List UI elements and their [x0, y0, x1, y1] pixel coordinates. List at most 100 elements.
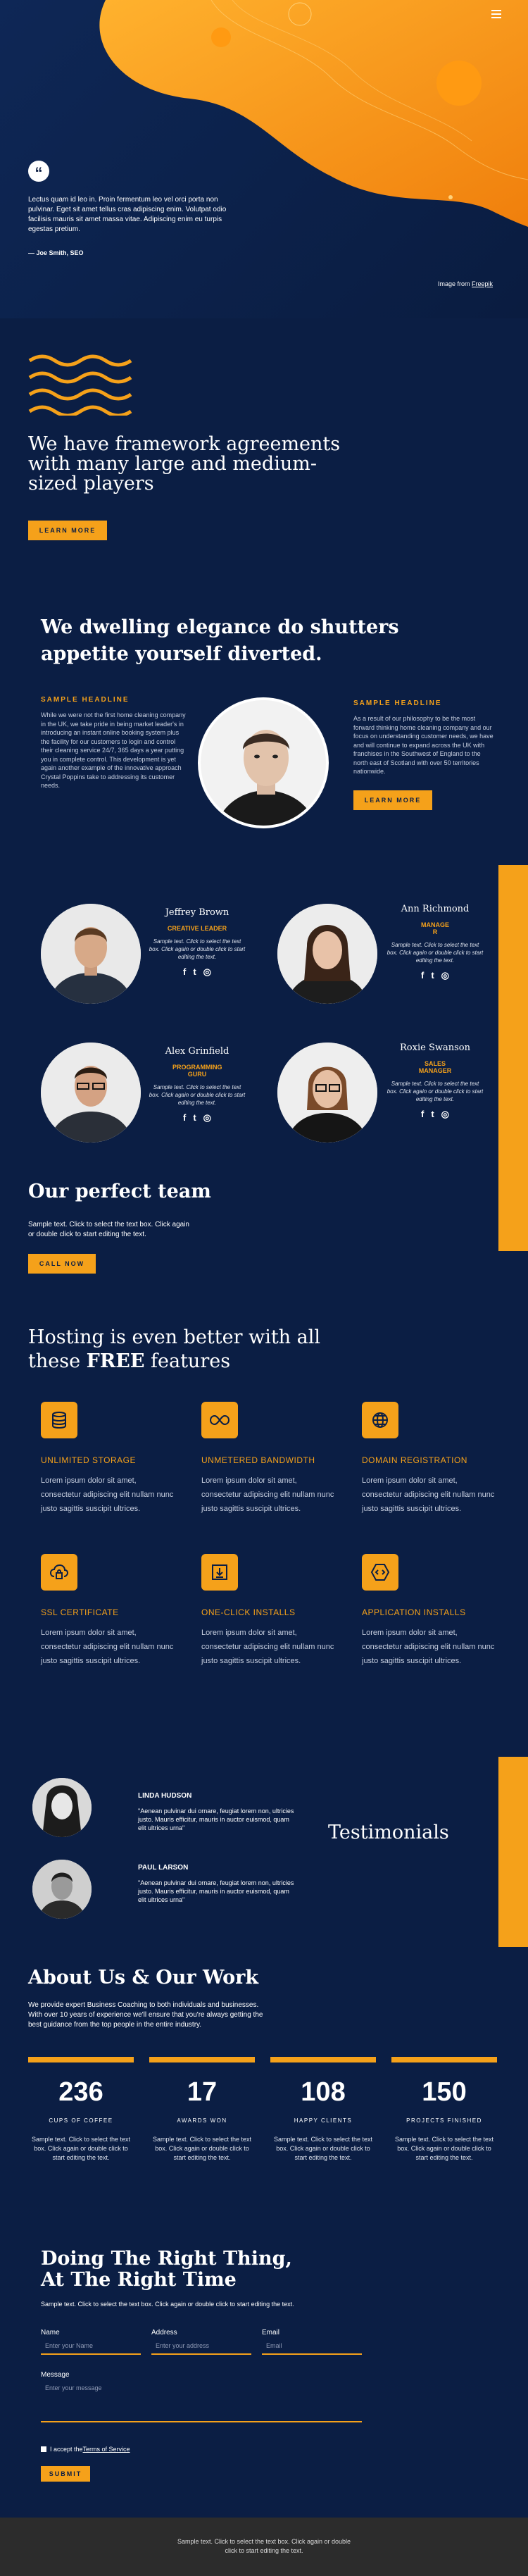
team-member-avatar: [277, 904, 377, 1004]
stat-label: CUPS OF COFFEE: [49, 2117, 113, 2124]
instagram-icon[interactable]: ◎: [441, 1109, 449, 1120]
instagram-icon[interactable]: ◎: [203, 1112, 211, 1124]
team-member-role: PROGRAMMING GURU: [172, 1064, 222, 1078]
testimonial-name: LINDA HUDSON: [138, 1792, 192, 1800]
facebook-icon[interactable]: f: [183, 966, 186, 978]
name-label: Name: [41, 2329, 60, 2337]
terms-prefix: I accept the: [50, 2446, 83, 2453]
address-input[interactable]: Enter your address: [151, 2337, 251, 2355]
team-member-name: Jeffrey Brown: [165, 907, 230, 918]
twitter-icon[interactable]: t: [193, 966, 196, 978]
stat-label: PROJECTS FINISHED: [406, 2117, 482, 2124]
stat-column: 150 PROJECTS FINISHED Sample text. Click…: [391, 2057, 497, 2163]
team-member-card: Jeffrey Brown CREATIVE LEADER Sample tex…: [148, 907, 246, 978]
database-icon: [41, 1402, 77, 1438]
facebook-icon[interactable]: f: [183, 1112, 186, 1124]
terms-checkbox[interactable]: [41, 2446, 46, 2452]
terms-row: I accept the Terms of Service: [41, 2446, 130, 2453]
message-input[interactable]: Enter your message: [41, 2379, 362, 2422]
feature-text: Lorem ipsum dolor sit amet, consectetur …: [201, 1629, 334, 1665]
team-member-name: Alex Grinfield: [165, 1046, 230, 1057]
email-input[interactable]: Email: [262, 2337, 362, 2355]
team-member-card: Alex Grinfield PROGRAMMING GURU Sample t…: [148, 1046, 246, 1124]
twitter-icon[interactable]: t: [431, 970, 434, 981]
testimonial-name: PAUL LARSON: [138, 1864, 189, 1872]
accent-side-bar: [498, 1757, 528, 1947]
contact-text: Sample text. Click to select the text bo…: [41, 2301, 294, 2308]
stat-text: Sample text. Click to select the text bo…: [152, 2136, 252, 2161]
testimonials-section: LINDA HUDSON "Aenean pulvinar dui ornare…: [0, 1757, 528, 1954]
feature-text: Lorem ipsum dolor sit amet, consectetur …: [201, 1476, 334, 1513]
stat-bar: [149, 2057, 255, 2062]
stat-value: 150: [422, 2077, 467, 2107]
feature-unmetered-bandwidth: UNMETERED BANDWIDTH Lorem ipsum dolor si…: [201, 1402, 335, 1516]
twitter-icon[interactable]: t: [431, 1109, 434, 1120]
feature-text: Lorem ipsum dolor sit amet, consectetur …: [362, 1629, 495, 1665]
contact-section: Doing The Right Thing, At The Right Time…: [0, 2240, 528, 2494]
hamburger-icon[interactable]: [491, 10, 501, 18]
testimonial-text: "Aenean pulvinar dui ornare, feugiat lor…: [138, 1807, 294, 1831]
accent-side-bar: [498, 865, 528, 1251]
framework-learn-more-button[interactable]: LEARN MORE: [28, 521, 107, 540]
dwelling-learn-more-button[interactable]: LEARN MORE: [353, 790, 432, 810]
dwelling-section: We dwelling elegance do shutters appetit…: [0, 564, 528, 881]
dwelling-title: We dwelling elegance do shutters appetit…: [41, 616, 399, 665]
feature-ssl-certificate: SSL CERTIFICATE Lorem ipsum dolor sit am…: [41, 1554, 175, 1668]
about-title: About Us & Our Work: [28, 1967, 259, 1989]
team-member-bio: Sample text. Click to select the text bo…: [149, 938, 246, 960]
feature-title: ONE-CLICK INSTALLS: [201, 1607, 296, 1617]
team-member-avatar: [277, 1043, 377, 1143]
hosting-title-end: features: [144, 1350, 231, 1372]
stat-label: AWARDS WON: [177, 2117, 227, 2124]
message-field: Message Enter your message: [41, 2371, 362, 2422]
team-member-avatar: [41, 904, 141, 1004]
about-text: We provide expert Business Coaching to b…: [28, 2001, 263, 2029]
team-text: Sample text. Click to select the text bo…: [28, 1221, 189, 1238]
dwelling-right-text: As a result of our philosophy to be the …: [353, 715, 494, 775]
facebook-icon[interactable]: f: [421, 1109, 424, 1120]
team-member-name: Ann Richmond: [401, 904, 470, 914]
submit-button[interactable]: SUBMIT: [41, 2466, 90, 2482]
image-credit: Image from Freepik: [438, 280, 493, 287]
portrait-man-avatar: [198, 697, 329, 828]
feature-domain-registration: DOMAIN REGISTRATION Lorem ipsum dolor si…: [362, 1402, 496, 1516]
instagram-icon[interactable]: ◎: [203, 966, 211, 978]
name-field: Name Enter your Name: [41, 2329, 141, 2355]
email-field: Email Email: [262, 2329, 362, 2355]
team-member-bio: Sample text. Click to select the text bo…: [386, 942, 484, 964]
hosting-title-strong: FREE: [86, 1350, 145, 1372]
team-section: Jeffrey Brown CREATIVE LEADER Sample tex…: [0, 865, 528, 1288]
feature-title: UNMETERED BANDWIDTH: [201, 1455, 315, 1465]
html-icon: [362, 1554, 398, 1591]
address-field: Address Enter your address: [151, 2329, 251, 2355]
team-member-bio: Sample text. Click to select the text bo…: [149, 1084, 246, 1106]
feature-title: UNLIMITED STORAGE: [41, 1455, 136, 1465]
cloud-lock-icon: [41, 1554, 77, 1591]
stat-value: 236: [58, 2077, 103, 2107]
freepik-link[interactable]: Freepik: [472, 280, 493, 287]
quote-icon: “: [28, 161, 49, 182]
team-member-card: Roxie Swanson SALES MANAGER Sample text.…: [386, 1043, 484, 1120]
feature-title: SSL CERTIFICATE: [41, 1607, 119, 1617]
address-label: Address: [151, 2329, 177, 2337]
twitter-icon[interactable]: t: [193, 1112, 196, 1124]
team-member-name: Roxie Swanson: [400, 1043, 470, 1053]
contact-title: Doing The Right Thing, At The Right Time: [41, 2248, 292, 2291]
stat-column: 17 AWARDS WON Sample text. Click to sele…: [149, 2057, 255, 2163]
hero-section: “ Lectus quam id leo in. Proin fermentum…: [0, 0, 528, 318]
feature-title: DOMAIN REGISTRATION: [362, 1455, 467, 1465]
stat-column: 236 CUPS OF COFFEE Sample text. Click to…: [28, 2057, 134, 2163]
stat-bar: [28, 2057, 134, 2062]
team-member-role: CREATIVE LEADER: [167, 925, 227, 932]
social-links: f t ◎: [148, 1112, 246, 1124]
facebook-icon[interactable]: f: [421, 970, 424, 981]
social-links: f t ◎: [386, 1109, 484, 1120]
feature-application-installs: APPLICATION INSTALLS Lorem ipsum dolor s…: [362, 1554, 496, 1668]
instagram-icon[interactable]: ◎: [441, 970, 449, 981]
call-now-button[interactable]: CALL NOW: [28, 1254, 96, 1274]
linda-hudson-avatar: [32, 1778, 92, 1837]
message-label: Message: [41, 2371, 70, 2379]
orange-wave-graphic: [99, 0, 528, 227]
terms-link[interactable]: Terms of Service: [83, 2446, 130, 2453]
name-input[interactable]: Enter your Name: [41, 2337, 141, 2355]
